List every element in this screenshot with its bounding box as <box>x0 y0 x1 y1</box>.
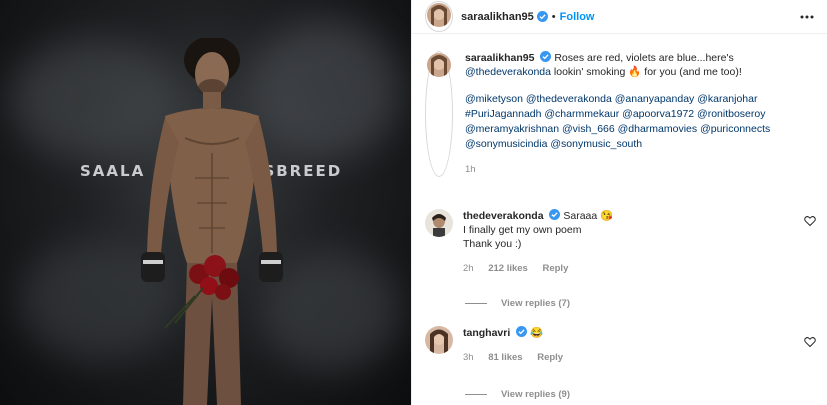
view-replies-line <box>465 394 487 395</box>
caption-tags: @miketyson @thedeverakonda @ananyapanday… <box>465 92 815 152</box>
separator-dot: • <box>551 10 556 23</box>
tags-line[interactable]: @meramyakrishnan @vish_666 @dharmamovies… <box>465 122 815 137</box>
view-replies-label[interactable]: View replies (9) <box>501 389 570 400</box>
comment-body: thedeverakonda Saraaa 😘 I finally get my… <box>463 209 793 276</box>
tags-line[interactable]: @miketyson @thedeverakonda @ananyapanday… <box>465 92 815 107</box>
verified-badge-icon <box>516 326 528 337</box>
tags-line[interactable]: #PuriJagannadh @charmmekaur @apoorva1972… <box>465 107 815 122</box>
caption-timestamp[interactable]: 1h <box>465 163 815 177</box>
comment-item: tanghavri 😂 3h 81 likes Reply <box>425 326 820 365</box>
avatar[interactable] <box>425 326 453 354</box>
view-replies-label[interactable]: View replies (7) <box>501 298 570 309</box>
caption-body: saraalikhan95 Roses are red, violets are… <box>465 51 815 177</box>
verified-badge-icon <box>540 51 552 62</box>
more-options-icon[interactable] <box>800 11 814 23</box>
avatar[interactable] <box>425 209 453 237</box>
tags-line[interactable]: @sonymusicindia @sonymusic_south <box>465 137 815 152</box>
post-header: saraalikhan95 • Follow <box>412 0 827 34</box>
comment-username[interactable]: thedeverakonda <box>463 210 544 222</box>
comment-line: I finally get my own poem <box>463 224 582 236</box>
heart-icon[interactable] <box>804 336 816 348</box>
comment-meta: 3h 81 likes Reply <box>463 351 793 365</box>
caption-username[interactable]: saraalikhan95 <box>465 52 534 64</box>
avatar[interactable] <box>427 3 451 27</box>
view-replies-button[interactable]: View replies (9) <box>465 389 570 400</box>
comment-likes[interactable]: 212 likes <box>488 263 528 274</box>
caption-text-3: for you (and me too)! <box>644 66 742 78</box>
fighter-figure <box>141 38 283 405</box>
story-ring[interactable] <box>425 51 453 177</box>
comment-time[interactable]: 3h <box>463 352 474 363</box>
comment-time[interactable]: 2h <box>463 263 474 274</box>
caption-text-2: lookin' smoking <box>553 66 626 78</box>
comment-item: thedeverakonda Saraaa 😘 I finally get my… <box>425 209 820 276</box>
caption-text: saraalikhan95 Roses are red, violets are… <box>465 51 815 79</box>
view-replies-button[interactable]: View replies (7) <box>465 298 570 309</box>
comment-text: Saraaa <box>563 210 598 222</box>
comment-likes[interactable]: 81 likes <box>488 352 522 363</box>
avatar[interactable] <box>427 53 451 77</box>
post-caption: saraalikhan95 Roses are red, violets are… <box>425 51 815 177</box>
story-ring[interactable] <box>425 1 453 32</box>
post-details-panel: saraalikhan95 • Follow saraalikhan95 Ros… <box>411 0 827 405</box>
heart-icon[interactable] <box>804 215 816 227</box>
post-image[interactable]: SAALA CROSSBREED <box>0 0 411 405</box>
laughing-emoji: 😂 <box>530 327 544 339</box>
verified-badge-icon <box>549 209 561 220</box>
reply-button[interactable]: Reply <box>537 352 563 363</box>
comment-meta: 2h 212 likes Reply <box>463 262 793 276</box>
follow-button[interactable]: Follow <box>560 11 595 23</box>
comment-body: tanghavri 😂 3h 81 likes Reply <box>463 326 793 365</box>
view-replies-line <box>465 303 487 304</box>
caption-mention[interactable]: @thedeverakonda <box>465 66 551 78</box>
fire-emoji: 🔥 <box>628 66 642 78</box>
kiss-emoji: 😘 <box>600 210 614 222</box>
verified-badge-icon <box>536 11 548 22</box>
caption-text-1: Roses are red, violets are blue...here's <box>554 52 734 64</box>
comment-line: Thank you :) <box>463 238 522 250</box>
header-username[interactable]: saraalikhan95 <box>461 11 534 23</box>
comment-username[interactable]: tanghavri <box>463 327 510 339</box>
reply-button[interactable]: Reply <box>542 263 568 274</box>
